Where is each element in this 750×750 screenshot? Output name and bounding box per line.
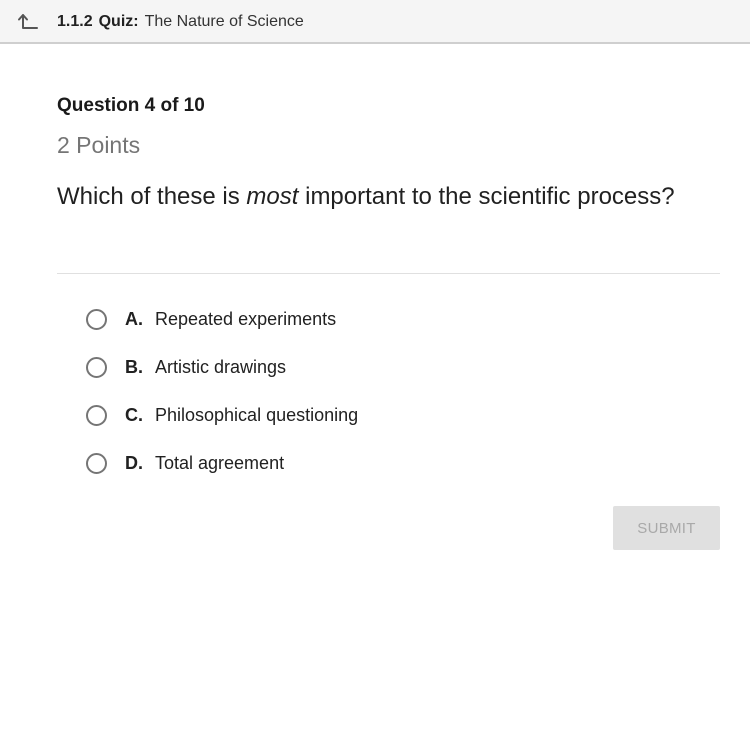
- radio-button-icon[interactable]: [86, 357, 107, 378]
- answer-option-d[interactable]: D. Total agreement: [86, 450, 706, 498]
- submit-button[interactable]: SUBMIT: [613, 506, 720, 550]
- radio-button-icon[interactable]: [86, 453, 107, 474]
- question-text-end: important to the scientific process?: [298, 183, 675, 210]
- question-text: Which of these is most important to the …: [57, 180, 697, 213]
- answer-option-c[interactable]: C. Philosophical questioning: [86, 402, 706, 450]
- question-points: 2 Points: [57, 132, 141, 158]
- radio-button-icon[interactable]: [86, 309, 107, 330]
- question-text-start: Which of these is: [57, 183, 247, 210]
- lesson-number: 1.1.2: [57, 13, 93, 30]
- answer-option-b[interactable]: B. Artistic drawings: [86, 354, 706, 402]
- question-counter: Question 4 of 10: [57, 95, 205, 116]
- answer-options: A. Repeated experiments B. Artistic draw…: [86, 306, 706, 498]
- option-text: Philosophical questioning: [155, 405, 359, 425]
- option-letter: A.: [125, 309, 143, 329]
- radio-button-icon[interactable]: [86, 405, 107, 426]
- question-text-emphasis: most: [246, 183, 299, 210]
- option-text: Artistic drawings: [155, 357, 287, 377]
- option-text: Repeated experiments: [155, 309, 337, 329]
- option-text: Total agreement: [155, 453, 285, 473]
- top-bar: 1.1.2 Quiz: The Nature of Science: [0, 0, 750, 44]
- option-letter: C.: [125, 405, 143, 425]
- divider: [57, 273, 720, 274]
- breadcrumb: 1.1.2 Quiz: The Nature of Science: [57, 12, 304, 32]
- activity-type: Quiz:: [98, 13, 139, 30]
- answer-option-a[interactable]: A. Repeated experiments: [86, 306, 706, 354]
- option-letter: D.: [125, 453, 143, 473]
- option-letter: B.: [125, 357, 143, 377]
- activity-title: The Nature of Science: [144, 13, 304, 30]
- back-arrow-icon[interactable]: [17, 11, 39, 33]
